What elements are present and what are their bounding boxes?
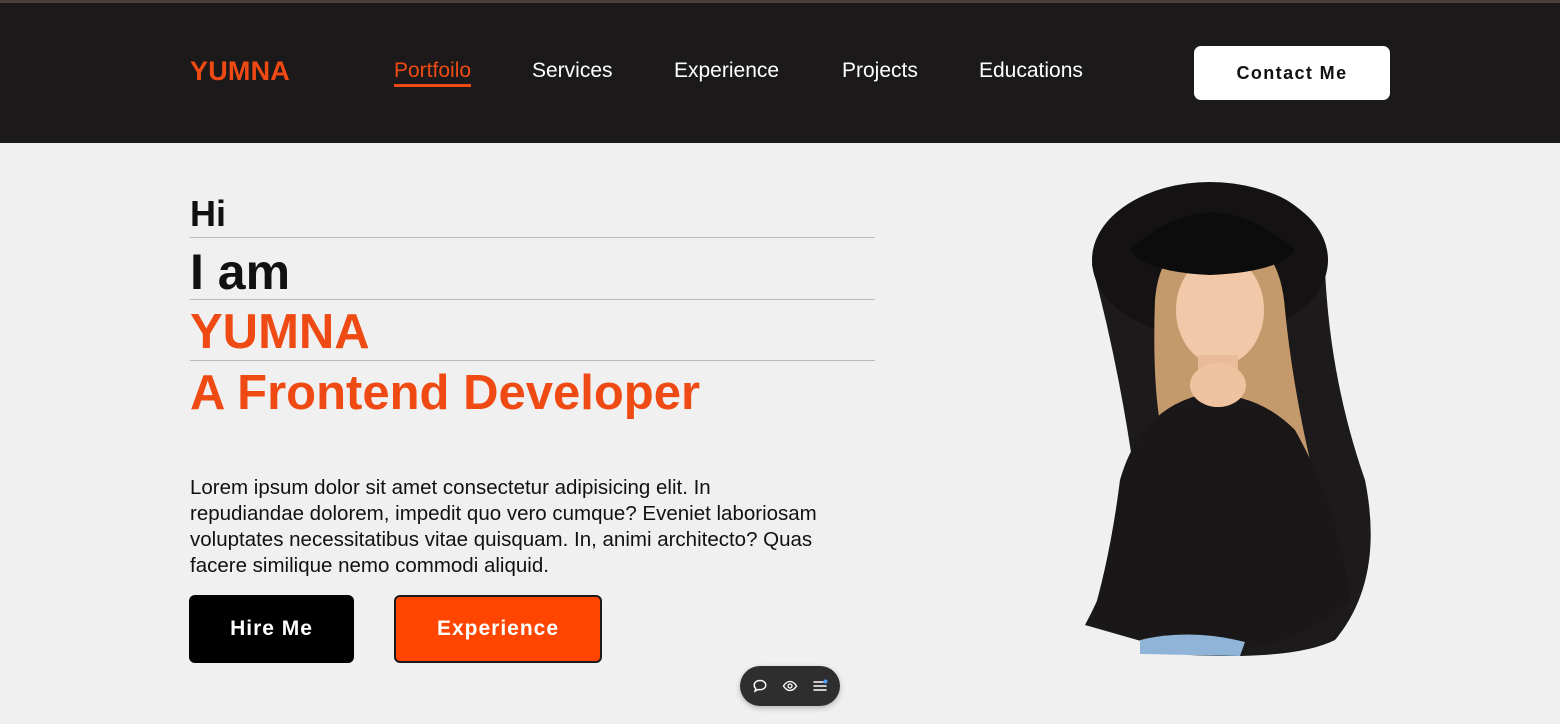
hero-name: YUMNA — [190, 300, 875, 361]
nav-link-educations[interactable]: Educations — [979, 59, 1083, 83]
nav-link-portfolio[interactable]: Portfoilo — [394, 59, 472, 87]
floating-toolbar — [740, 666, 840, 706]
contact-me-button[interactable]: Contact Me — [1194, 46, 1390, 100]
comment-icon[interactable] — [752, 678, 768, 694]
nav-link-experience[interactable]: Experience — [674, 59, 779, 83]
eye-icon[interactable] — [782, 678, 798, 694]
hero-role: A Frontend Developer — [190, 366, 701, 420]
experience-button[interactable]: Experience — [394, 595, 602, 663]
menu-icon[interactable] — [812, 678, 828, 694]
profile-portrait-image — [1085, 182, 1371, 656]
hero-bio: Lorem ipsum dolor sit amet consectetur a… — [190, 475, 817, 577]
nav-link-projects[interactable]: Projects — [842, 59, 918, 83]
hire-me-button[interactable]: Hire Me — [189, 595, 354, 663]
hero-intro: I am — [190, 238, 875, 300]
navbar: YUMNA Portfoilo Services Experience Proj… — [0, 3, 1560, 143]
brand-logo[interactable]: YUMNA — [190, 56, 290, 87]
nav-link-services[interactable]: Services — [532, 59, 613, 83]
hero-greeting: Hi — [190, 193, 875, 238]
